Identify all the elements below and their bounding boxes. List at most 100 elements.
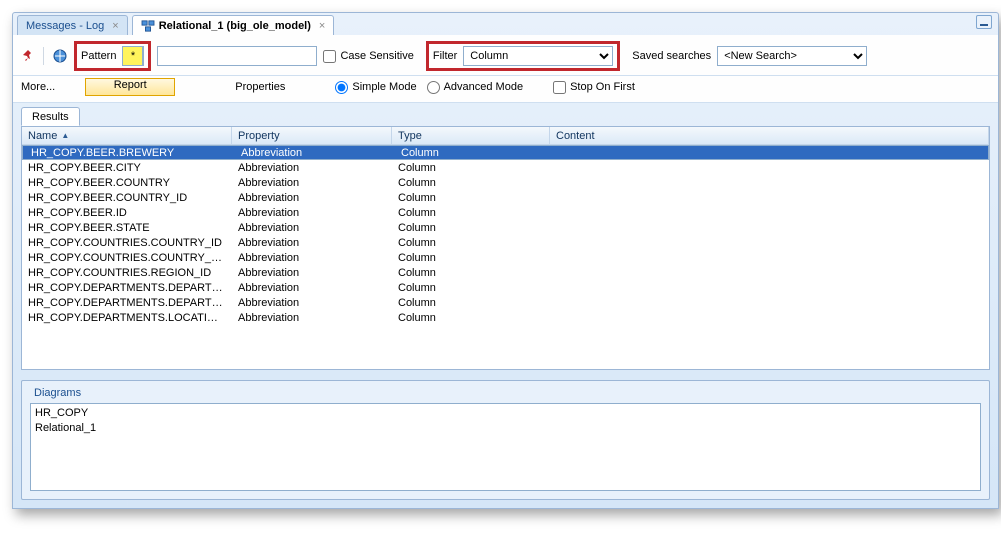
results-body[interactable]: HR_COPY.BEER.BREWERYAbbreviationColumnHR… — [22, 145, 989, 369]
diagrams-list[interactable]: HR_COPYRelational_1 — [30, 403, 981, 491]
cell-type: Column — [392, 282, 550, 294]
filter-select[interactable]: Column — [463, 46, 613, 66]
cell-type: Column — [392, 192, 550, 204]
panel-window: Messages - Log × Relational_1 (big_ole_m… — [12, 12, 999, 509]
pattern-label: Pattern — [81, 50, 116, 62]
table-row[interactable]: HR_COPY.DEPARTMENTS.LOCATION_IDAbbreviat… — [22, 310, 989, 325]
cell-name: HR_COPY.COUNTRIES.COUNTRY_NAME — [22, 252, 232, 264]
cell-property: Abbreviation — [232, 222, 392, 234]
tab-relational-1[interactable]: Relational_1 (big_ole_model) × — [132, 15, 335, 35]
simple-mode-input[interactable] — [335, 81, 348, 94]
col-type-header[interactable]: Type — [392, 127, 550, 144]
cell-type: Column — [392, 237, 550, 249]
cell-type: Column — [392, 222, 550, 234]
cell-name: HR_COPY.BEER.CITY — [22, 162, 232, 174]
search-input[interactable] — [157, 46, 317, 66]
stop-on-first-box[interactable] — [553, 81, 566, 94]
cell-type: Column — [392, 162, 550, 174]
cell-property: Abbreviation — [232, 207, 392, 219]
table-row[interactable]: HR_COPY.BEER.IDAbbreviationColumn — [22, 205, 989, 220]
cell-name: HR_COPY.BEER.BREWERY — [25, 147, 235, 159]
table-row[interactable]: HR_COPY.COUNTRIES.REGION_IDAbbreviationC… — [22, 265, 989, 280]
col-content-header[interactable]: Content — [550, 127, 989, 144]
col-property-header[interactable]: Property — [232, 127, 392, 144]
pattern-highlight: Pattern * — [74, 41, 151, 71]
relational-icon — [141, 20, 155, 32]
stop-on-first-checkbox[interactable]: Stop On First — [553, 81, 635, 94]
cell-name: HR_COPY.BEER.COUNTRY_ID — [22, 192, 232, 204]
cell-property: Abbreviation — [232, 237, 392, 249]
cell-name: HR_COPY.DEPARTMENTS.LOCATION_ID — [22, 312, 232, 324]
sort-asc-icon: ▲ — [61, 131, 69, 140]
list-item[interactable]: Relational_1 — [35, 421, 976, 436]
filter-highlight: Filter Column — [426, 41, 620, 71]
cell-property: Abbreviation — [235, 147, 395, 159]
cell-property: Abbreviation — [232, 177, 392, 189]
cell-type: Column — [392, 177, 550, 189]
saved-searches-label: Saved searches — [632, 50, 711, 62]
case-sensitive-box[interactable] — [323, 50, 336, 63]
cell-name: HR_COPY.BEER.ID — [22, 207, 232, 219]
filter-label: Filter — [433, 50, 457, 62]
tab-results[interactable]: Results — [21, 107, 80, 126]
separator — [43, 47, 44, 65]
advanced-mode-input[interactable] — [427, 81, 440, 94]
table-row[interactable]: HR_COPY.BEER.BREWERYAbbreviationColumn — [22, 145, 989, 160]
close-icon[interactable]: × — [319, 20, 325, 32]
table-row[interactable]: HR_COPY.DEPARTMENTS.DEPARTMENT...Abbrevi… — [22, 295, 989, 310]
saved-searches-select[interactable]: <New Search> — [717, 46, 867, 66]
cell-property: Abbreviation — [232, 282, 392, 294]
col-name-label: Name — [28, 130, 57, 142]
properties-link[interactable]: Properties — [235, 81, 285, 93]
cell-name: HR_COPY.COUNTRIES.COUNTRY_ID — [22, 237, 232, 249]
refresh-icon[interactable] — [52, 48, 68, 64]
stop-on-first-label: Stop On First — [570, 81, 635, 93]
cell-property: Abbreviation — [232, 312, 392, 324]
minimize-button[interactable] — [976, 15, 992, 29]
cell-name: HR_COPY.BEER.STATE — [22, 222, 232, 234]
panel-tabstrip: Messages - Log × Relational_1 (big_ole_m… — [13, 13, 998, 35]
advanced-mode-radio[interactable]: Advanced Mode — [427, 81, 524, 94]
diagrams-fieldset: Diagrams HR_COPYRelational_1 — [21, 380, 990, 500]
cell-type: Column — [392, 312, 550, 324]
pattern-field[interactable]: * — [122, 46, 144, 66]
list-item[interactable]: HR_COPY — [35, 406, 976, 421]
simple-mode-label: Simple Mode — [352, 81, 416, 93]
cell-name: HR_COPY.BEER.COUNTRY — [22, 177, 232, 189]
report-button[interactable]: Report — [85, 78, 175, 96]
cell-property: Abbreviation — [232, 267, 392, 279]
cell-type: Column — [392, 207, 550, 219]
col-name-header[interactable]: Name ▲ — [22, 127, 232, 144]
advanced-mode-label: Advanced Mode — [444, 81, 524, 93]
cell-name: HR_COPY.DEPARTMENTS.DEPARTMENT... — [22, 282, 232, 294]
cell-name: HR_COPY.COUNTRIES.REGION_ID — [22, 267, 232, 279]
tab-label: Messages - Log — [26, 20, 104, 32]
close-icon[interactable]: × — [112, 20, 118, 32]
table-row[interactable]: HR_COPY.BEER.STATEAbbreviationColumn — [22, 220, 989, 235]
table-row[interactable]: HR_COPY.BEER.CITYAbbreviationColumn — [22, 160, 989, 175]
table-row[interactable]: HR_COPY.DEPARTMENTS.DEPARTMENT...Abbrevi… — [22, 280, 989, 295]
tab-label: Relational_1 (big_ole_model) — [159, 20, 311, 32]
cell-property: Abbreviation — [232, 252, 392, 264]
more-link[interactable]: More... — [21, 81, 55, 93]
pin-icon[interactable] — [21, 49, 35, 63]
case-sensitive-label: Case Sensitive — [340, 50, 413, 62]
cell-type: Column — [392, 252, 550, 264]
cell-type: Column — [392, 267, 550, 279]
table-row[interactable]: HR_COPY.BEER.COUNTRYAbbreviationColumn — [22, 175, 989, 190]
table-row[interactable]: HR_COPY.COUNTRIES.COUNTRY_IDAbbreviation… — [22, 235, 989, 250]
diagrams-legend: Diagrams — [30, 387, 85, 399]
cell-type: Column — [395, 147, 553, 159]
table-row[interactable]: HR_COPY.BEER.COUNTRY_IDAbbreviationColum… — [22, 190, 989, 205]
case-sensitive-checkbox[interactable]: Case Sensitive — [323, 50, 413, 63]
table-row[interactable]: HR_COPY.COUNTRIES.COUNTRY_NAMEAbbreviati… — [22, 250, 989, 265]
results-panel: Name ▲ Property Type Content HR_COPY.BEER… — [21, 126, 990, 370]
cell-type: Column — [392, 297, 550, 309]
results-tabstrip: Results — [13, 103, 998, 126]
pattern-wildcard: * — [123, 47, 143, 65]
simple-mode-radio[interactable]: Simple Mode — [335, 81, 416, 94]
cell-property: Abbreviation — [232, 162, 392, 174]
tab-messages-log[interactable]: Messages - Log × — [17, 15, 128, 35]
toolbar-row2: More... Report Properties Simple Mode Ad… — [13, 76, 998, 103]
cell-property: Abbreviation — [232, 192, 392, 204]
